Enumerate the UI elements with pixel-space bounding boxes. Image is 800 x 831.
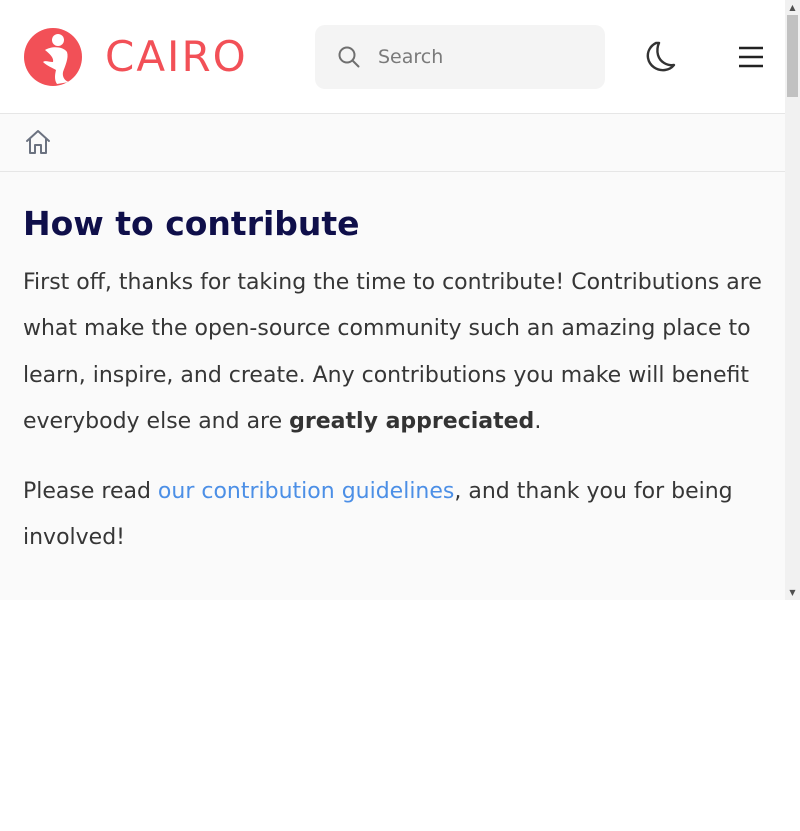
cairo-runner-logo-icon — [24, 28, 82, 86]
breadcrumb — [0, 114, 785, 172]
site-logo[interactable]: CAIRO — [23, 28, 248, 86]
page-title: How to contribute — [23, 204, 360, 243]
scrollbar-thumb[interactable] — [787, 15, 798, 97]
search-box[interactable] — [315, 25, 605, 89]
moon-icon[interactable] — [642, 39, 678, 75]
page-viewport: CAIRO How to contribute Fir — [0, 0, 800, 600]
hamburger-menu-icon[interactable] — [737, 45, 765, 69]
guidelines-paragraph: Please read our contribution guidelines,… — [23, 469, 768, 562]
logo-wordmark: CAIRO — [105, 32, 248, 81]
scroll-down-arrow[interactable]: ▼ — [785, 585, 800, 600]
contribution-guidelines-link[interactable]: our contribution guidelines — [158, 479, 454, 504]
home-icon[interactable] — [24, 128, 52, 156]
scroll-up-arrow[interactable]: ▲ — [785, 0, 800, 15]
search-icon — [338, 46, 360, 68]
intro-paragraph: First off, thanks for taking the time to… — [23, 260, 768, 445]
search-input[interactable] — [376, 45, 580, 69]
intro-period: . — [534, 408, 542, 434]
intro-emphasis: greatly appreciated — [289, 408, 535, 434]
guidelines-text-start: Please read — [23, 479, 158, 505]
article-content: How to contribute First off, thanks for … — [23, 196, 768, 562]
site-header: CAIRO — [0, 0, 785, 114]
vertical-scrollbar[interactable]: ▲ ▼ — [785, 0, 800, 600]
